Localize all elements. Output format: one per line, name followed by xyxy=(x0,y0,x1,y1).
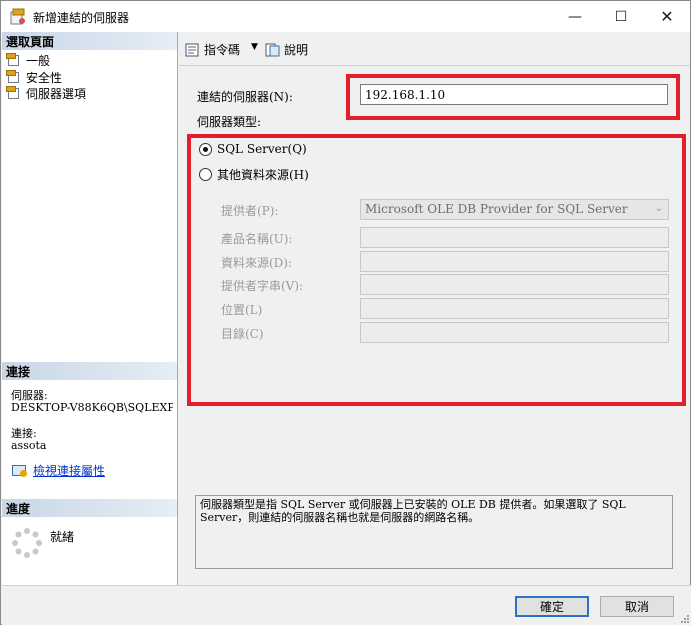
maximize-icon[interactable]: ☐ xyxy=(598,1,644,32)
product-name-label: 產品名稱(U): xyxy=(221,232,293,246)
nav-item-server-options[interactable]: 伺服器選項 xyxy=(6,85,86,101)
nav-item-label: 一般 xyxy=(26,53,51,68)
script-icon xyxy=(185,43,199,56)
cancel-button[interactable]: 取消 xyxy=(600,596,674,617)
help-label: 說明 xyxy=(284,43,309,57)
progress-header: 進度 xyxy=(2,499,177,517)
page-icon xyxy=(6,86,22,100)
script-button[interactable]: 指令碼 xyxy=(185,41,240,58)
provider-value: Microsoft OLE DB Provider for SQL Server xyxy=(365,202,628,216)
title-bar: 新增連結的伺服器 — ☐ ✕ xyxy=(1,1,690,32)
product-name-input xyxy=(360,227,669,248)
connection-header: 連接 xyxy=(2,362,177,380)
nav-item-general[interactable]: 一般 xyxy=(6,52,50,68)
progress-spinner-icon xyxy=(12,528,42,558)
data-source-input xyxy=(360,251,669,272)
server-info: 伺服器: DESKTOP-V88K6QB\SQLEXPRE xyxy=(11,390,173,414)
ok-button[interactable]: 確定 xyxy=(515,596,589,617)
linked-server-app-icon xyxy=(10,8,25,25)
close-icon[interactable]: ✕ xyxy=(644,1,690,32)
page-icon xyxy=(6,53,22,67)
other-source-option-label: 其他資料來源(H) xyxy=(217,168,309,182)
linked-server-input[interactable] xyxy=(360,84,668,105)
other-source-radio[interactable]: 其他資料來源(H) xyxy=(199,166,309,183)
general-page-content: 連結的伺服器(N): 伺服器類型: SQL Server(Q) 其他資料來源(H… xyxy=(179,67,690,585)
provider-select: Microsoft OLE DB Provider for SQL Server… xyxy=(360,199,669,220)
dialog-window: 新增連結的伺服器 — ☐ ✕ 選取頁面 一般 安全性 伺服器選項 連接 伺服器:… xyxy=(0,0,691,625)
button-bar: 確定 取消 xyxy=(2,585,691,625)
provider-label: 提供者(P): xyxy=(221,204,279,218)
server-type-label: 伺服器類型: xyxy=(197,115,262,129)
sql-server-option-label: SQL Server(Q) xyxy=(217,142,307,156)
script-dropdown-arrow-icon[interactable]: ▼ xyxy=(251,42,258,52)
minimize-icon[interactable]: — xyxy=(552,1,598,32)
select-page-header: 選取頁面 xyxy=(2,32,177,50)
nav-item-label: 伺服器選項 xyxy=(26,86,87,101)
provider-string-input xyxy=(360,274,669,295)
window-title: 新增連結的伺服器 xyxy=(33,11,130,25)
catalog-input xyxy=(360,322,669,343)
radio-checked-icon[interactable] xyxy=(199,142,212,156)
properties-icon xyxy=(12,464,28,477)
provider-string-label: 提供者字串(V): xyxy=(221,279,304,293)
description-box: 伺服器類型是指 SQL Server 或伺服器上已安裝的 OLE DB 提供者。… xyxy=(195,495,673,569)
view-connection-properties-link[interactable]: 檢視連接屬性 xyxy=(12,462,105,479)
nav-item-security[interactable]: 安全性 xyxy=(6,69,62,85)
view-connection-properties-label[interactable]: 檢視連接屬性 xyxy=(33,462,105,479)
catalog-label: 目錄(C) xyxy=(221,327,264,341)
server-value: DESKTOP-V88K6QB\SQLEXPRE xyxy=(11,402,173,414)
location-input xyxy=(360,298,669,319)
help-button[interactable]: 說明 xyxy=(265,41,308,58)
server-label: 伺服器: xyxy=(11,389,48,402)
radio-unchecked-icon[interactable] xyxy=(199,168,212,181)
help-icon xyxy=(265,43,280,56)
script-label: 指令碼 xyxy=(204,43,241,57)
sql-server-radio[interactable]: SQL Server(Q) xyxy=(199,142,307,156)
chevron-down-icon: ⌄ xyxy=(654,203,663,214)
location-label: 位置(L) xyxy=(221,303,263,317)
linked-server-label: 連結的伺服器(N): xyxy=(197,90,293,104)
connection-info: 連接: assota xyxy=(11,428,173,452)
toolbar: 指令碼 ▼ 說明 xyxy=(179,32,690,66)
left-pane: 選取頁面 一般 安全性 伺服器選項 連接 伺服器: DESKTOP-V88K6Q… xyxy=(2,32,178,585)
connection-label: 連接: xyxy=(11,427,37,440)
connection-value: assota xyxy=(11,440,47,452)
page-icon xyxy=(6,70,22,84)
progress-status: 就緒 xyxy=(50,530,75,544)
nav-item-label: 安全性 xyxy=(26,70,63,85)
data-source-label: 資料來源(D): xyxy=(221,256,293,270)
resize-grip-icon[interactable] xyxy=(679,613,689,623)
